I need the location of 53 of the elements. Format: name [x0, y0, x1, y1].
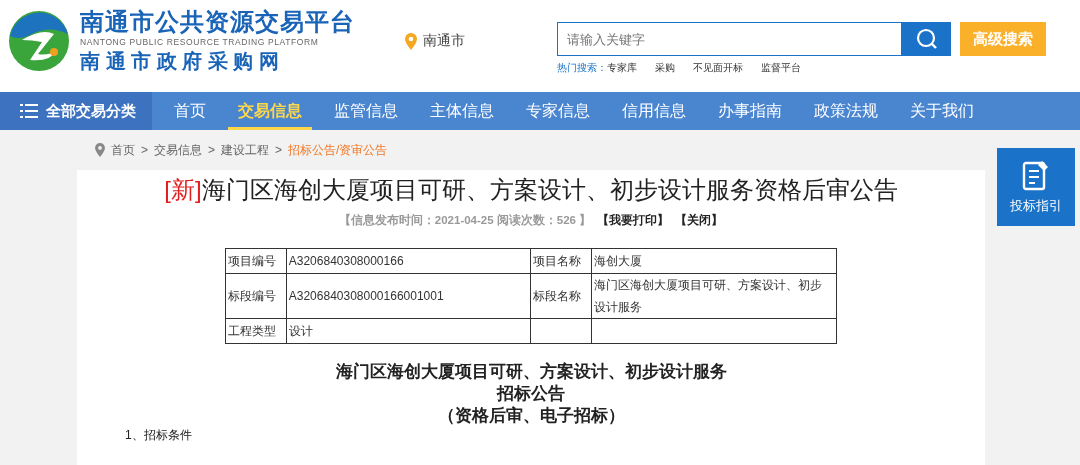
category-menu-button[interactable]: 全部交易分类 — [0, 92, 152, 130]
hot-search-link[interactable]: 监督平台 — [761, 61, 801, 75]
nav-tab[interactable]: 监管信息 — [324, 92, 408, 130]
search-field[interactable]: 请输入关键字 — [557, 22, 902, 56]
table-cell: 设计 — [286, 318, 531, 344]
table-cell: 标段编号 — [225, 273, 287, 319]
table-cell: 工程类型 — [225, 318, 287, 344]
hot-search-link[interactable]: 采购 — [655, 61, 675, 75]
action-link[interactable]: 【我要打印】 — [597, 213, 670, 228]
table-cell: 项目名称 — [530, 248, 592, 274]
location-pin-icon — [95, 143, 105, 157]
bid-guide-button[interactable]: 投标指引 — [997, 148, 1075, 226]
site-subtitle: NANTONG PUBLIC RESOURCE TRADING PLATFORM — [80, 36, 320, 48]
hot-search-label: 热门搜索： — [557, 61, 607, 75]
notice-heading: （资格后审、电子招标） — [437, 405, 625, 427]
nav-tab[interactable]: 政策法规 — [804, 92, 888, 130]
breadcrumb-separator: > — [141, 143, 148, 157]
site-title: 南通市公共资源交易平台 — [80, 8, 355, 36]
table-cell: 项目编号 — [225, 248, 287, 274]
nav-tab[interactable]: 专家信息 — [516, 92, 600, 130]
table-cell: A3206840308000166 — [286, 248, 531, 274]
hot-search-link[interactable]: 专家库 — [607, 61, 637, 75]
table-cell: 海创大厦 — [591, 248, 837, 274]
table-cell: 海门区海创大厦项目可研、方案设计、初步设计服务 — [591, 273, 837, 319]
location-link[interactable]: 南通市 — [423, 32, 465, 50]
nav-tab[interactable]: 办事指南 — [708, 92, 792, 130]
breadcrumb-link[interactable]: 交易信息 — [154, 141, 202, 159]
nav-tab[interactable]: 信用信息 — [612, 92, 696, 130]
location-pin-icon — [405, 32, 417, 50]
breadcrumb-link[interactable]: 建设工程 — [221, 141, 270, 159]
document-edit-icon — [1022, 159, 1050, 191]
table-cell: 标段名称 — [530, 273, 592, 319]
nav-tab[interactable]: 主体信息 — [420, 92, 504, 130]
breadcrumb-link[interactable]: 首页 — [111, 141, 135, 159]
search-button[interactable] — [902, 22, 951, 56]
nav-tab[interactable]: 关于我们 — [900, 92, 984, 130]
section-heading: 1、招标条件 — [125, 429, 192, 442]
article-title: [新]海门区海创大厦项目可研、方案设计、初步设计服务资格后审公告 — [164, 175, 898, 205]
logo-icon — [8, 10, 70, 72]
nav-tab[interactable]: 交易信息 — [228, 92, 312, 130]
table-cell: A3206840308000166001001 — [286, 273, 531, 319]
hot-search-link[interactable]: 不见面开标 — [693, 61, 743, 75]
search-icon — [915, 28, 938, 50]
site-subtitle: 南 通 市 政 府 采 购 网 — [80, 49, 280, 74]
menu-icon — [20, 104, 38, 118]
notice-heading: 招标公告 — [497, 383, 565, 405]
notice-heading: 海门区海创大厦项目可研、方案设计、初步设计服务 — [335, 361, 727, 383]
breadcrumb-separator: > — [275, 143, 283, 157]
breadcrumb-separator: > — [208, 143, 216, 157]
breadcrumb-link[interactable]: 招标公告/资审公告 — [288, 141, 388, 159]
nav-tab[interactable]: 首页 — [164, 92, 216, 130]
publish-info: 【信息发布时间：2021-04-25 阅读次数：526 】 — [338, 213, 592, 228]
action-link[interactable]: 【关闭】 — [675, 213, 724, 228]
